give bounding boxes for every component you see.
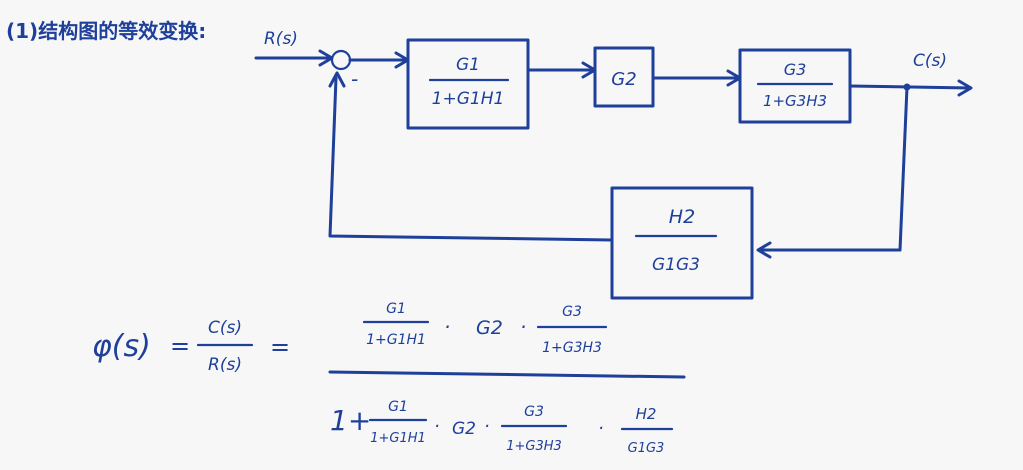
den-term1-numerator: G1 (388, 399, 408, 415)
den-term4-numerator: H2 (636, 405, 657, 423)
input-signal-label: R(s) (264, 29, 298, 49)
block2-label: G2 (611, 69, 636, 90)
num-term2: G2 (476, 317, 503, 339)
formula-lhs: φ(s) (92, 329, 151, 364)
num-dot1: · (444, 315, 450, 339)
block-diagram-canvas: (1)结构图的等效变换: R(s) - G1 1+G1H1 G2 G3 1+G3… (6, 19, 973, 456)
block-diagram-page: (1)结构图的等效变换: R(s) - G1 1+G1H1 G2 G3 1+G3… (0, 0, 1023, 470)
den-dot1: · (434, 416, 440, 437)
formula-eq1: = (170, 332, 190, 360)
formula-eq2: = (270, 333, 290, 361)
ratio-numerator: C(s) (208, 318, 242, 338)
block1-denominator: 1+G1H1 (432, 89, 505, 109)
output-signal-label: C(s) (913, 51, 947, 71)
main-fraction-bar (328, 370, 686, 379)
den-dot3: · (598, 418, 604, 439)
den-term2: G2 (452, 419, 476, 439)
den-dot2: · (484, 416, 490, 437)
heading-text: (1)结构图的等效变换: (6, 19, 206, 43)
den-one-plus: 1+ (330, 404, 371, 437)
feedback-denominator: G1G3 (652, 255, 700, 275)
feedback-block-box (610, 186, 754, 300)
block1-numerator: G1 (456, 55, 480, 75)
block3-numerator: G3 (784, 60, 807, 79)
num-term1-numerator: G1 (386, 301, 406, 317)
feedback-numerator: H2 (669, 206, 695, 228)
summing-sign: - (351, 67, 358, 91)
den-term4-denominator: G1G3 (628, 441, 665, 456)
summing-junction (330, 49, 352, 71)
den-term3-numerator: G3 (524, 404, 544, 420)
num-term3-denominator: 1+G3H3 (542, 340, 602, 356)
den-term1-denominator: 1+G1H1 (370, 431, 426, 446)
block1-box (406, 38, 530, 130)
block3-denominator: 1+G3H3 (763, 92, 827, 110)
feedback-return-line (758, 85, 909, 252)
den-term3-denominator: 1+G3H3 (506, 439, 562, 454)
num-term3-numerator: G3 (562, 304, 582, 320)
ratio-denominator: R(s) (208, 355, 242, 375)
num-dot2: · (520, 315, 526, 339)
num-term1-denominator: 1+G1H1 (366, 332, 426, 348)
